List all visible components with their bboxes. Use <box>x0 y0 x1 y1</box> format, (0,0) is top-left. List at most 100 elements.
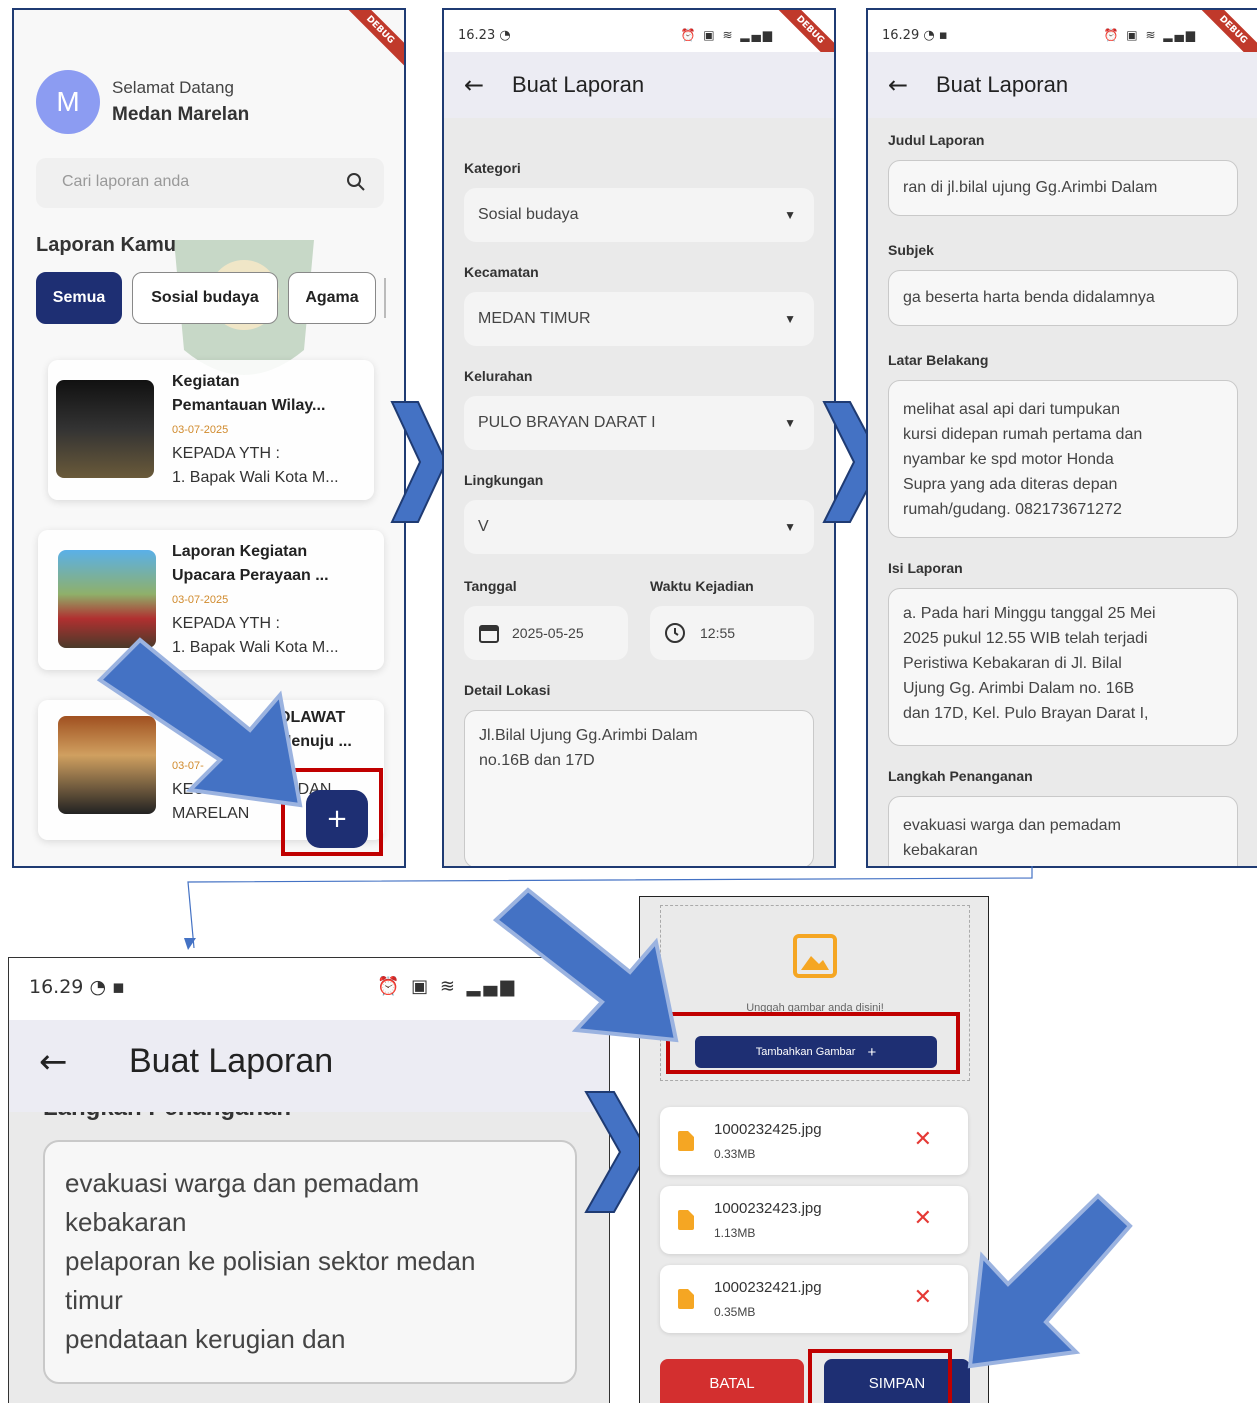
kecamatan-label: Kecamatan <box>464 264 539 280</box>
back-arrow-icon[interactable]: ← <box>888 71 936 99</box>
avatar[interactable]: M <box>36 70 100 134</box>
whatsapp-icon: ◔ ▪ <box>923 28 948 43</box>
tanggal-label: Tanggal <box>464 578 517 594</box>
date-value: 2025-05-25 <box>512 625 584 641</box>
status-time: 16.29 <box>882 28 920 43</box>
page-title: Buat Laporan <box>936 72 1069 97</box>
kategori-label: Kategori <box>464 160 521 176</box>
subjek-input[interactable]: ga beserta harta benda didalamnya <box>888 270 1238 326</box>
chip-semua[interactable]: Semua <box>36 272 122 324</box>
file-item: 1000232425.jpg 0.33MB ✕ <box>660 1107 968 1175</box>
section-title: Laporan Kamu <box>36 234 177 256</box>
report-date: 03-07-2025 <box>172 424 229 436</box>
clock-icon <box>665 623 685 643</box>
file-icon <box>678 1289 694 1309</box>
search-input[interactable]: Cari laporan anda <box>36 158 384 208</box>
dropdown-caret-icon: ▼ <box>784 520 796 534</box>
app-bar: ← Buat Laporan <box>444 52 834 118</box>
status-bar: 16.29 ◔ ▪ <box>29 976 125 998</box>
username: Medan Marelan <box>112 104 250 125</box>
file-size: 0.33MB <box>714 1147 756 1161</box>
form-area: Kategori Sosial budaya ▼ Kecamatan MEDAN … <box>444 118 834 866</box>
search-icon[interactable] <box>346 172 366 192</box>
whatsapp-icon: ◔ ▪ <box>89 976 125 998</box>
isi-laporan-textarea[interactable]: a. Pada hari Minggu tanggal 25 Mei 2025 … <box>888 588 1238 746</box>
langkah-textarea[interactable]: evakuasi warga dan pemadam kebakaran pel… <box>888 796 1238 866</box>
chip-sosial-budaya[interactable]: Sosial budaya <box>132 272 278 324</box>
file-icon <box>678 1131 694 1151</box>
dropdown-caret-icon: ▼ <box>784 416 796 430</box>
status-icons: ⏰ ▣ ≋ ▂▄▆ <box>1103 28 1197 42</box>
report-date: 03-07-2025 <box>172 594 229 606</box>
report-body: KEPADA YTH : 1. Bapak Wali Kota M... <box>172 445 339 486</box>
detail-lokasi-label: Detail Lokasi <box>464 682 551 698</box>
calendar-icon <box>479 625 499 643</box>
page-title: Buat Laporan <box>129 1042 334 1080</box>
report-title: Laporan Kegiatan Upacara Perayaan ... <box>172 543 329 584</box>
whatsapp-icon: ◔ <box>499 28 511 43</box>
kategori-value: Sosial budaya <box>478 206 579 223</box>
kecamatan-value: MEDAN TIMUR <box>478 310 591 327</box>
lingkungan-label: Lingkungan <box>464 472 544 488</box>
back-arrow-icon[interactable]: ← <box>39 1042 68 1082</box>
pointer-arrow-icon <box>492 887 679 1043</box>
file-size: 0.35MB <box>714 1305 756 1319</box>
dropdown-caret-icon: ▼ <box>784 312 796 326</box>
pointer-arrow-icon <box>967 1193 1133 1369</box>
detail-lokasi-textarea[interactable]: Jl.Bilal Ujung Gg.Arimbi Dalam no.16B da… <box>464 710 814 866</box>
kelurahan-select[interactable]: PULO BRAYAN DARAT I ▼ <box>464 396 814 450</box>
langkah-label: Langkah Penanganan <box>888 768 1033 784</box>
lingkungan-select[interactable]: V ▼ <box>464 500 814 554</box>
file-item: 1000232421.jpg 0.35MB ✕ <box>660 1265 968 1333</box>
status-bar: 16.23 ◔ <box>444 10 834 52</box>
chevron-right-icon <box>390 401 448 523</box>
waktu-label: Waktu Kejadian <box>650 578 754 594</box>
date-picker[interactable]: 2025-05-25 <box>464 606 628 660</box>
dropdown-caret-icon: ▼ <box>784 208 796 222</box>
judul-label: Judul Laporan <box>888 132 985 148</box>
pointer-arrow-icon <box>96 637 303 808</box>
search-placeholder: Cari laporan anda <box>62 173 190 190</box>
file-name: 1000232421.jpg <box>714 1279 822 1296</box>
kategori-select[interactable]: Sosial budaya ▼ <box>464 188 814 242</box>
report-card[interactable]: Kegiatan Pemantauan Wilay... 03-07-2025 … <box>48 360 374 500</box>
chip-agama[interactable]: Agama <box>288 272 376 324</box>
time-picker[interactable]: 12:55 <box>650 606 814 660</box>
chip-scroll-divider <box>384 278 386 318</box>
status-time: 16.23 <box>458 28 496 43</box>
status-bar: 16.29 ◔ ▪ <box>868 10 1257 52</box>
report-thumbnail <box>56 380 154 478</box>
file-icon <box>678 1210 694 1230</box>
back-arrow-icon[interactable]: ← <box>464 71 512 99</box>
langkah-label: Langkah Penanganan <box>43 1112 291 1122</box>
app-bar: ← Buat Laporan <box>868 52 1257 118</box>
status-time: 16.29 <box>29 976 84 998</box>
form-area: Langkah Penanganan evakuasi warga dan pe… <box>9 1112 609 1403</box>
form-screen-details: 16.29 ◔ ▪ ⏰ ▣ ≋ ▂▄▆ DEBUG ← Buat Laporan… <box>866 8 1257 868</box>
highlight-box <box>808 1349 952 1403</box>
remove-file-icon[interactable]: ✕ <box>914 1127 932 1152</box>
status-icons: ⏰ ▣ ≋ ▂▄▆ <box>680 28 774 42</box>
latar-belakang-textarea[interactable]: melihat asal api dari tumpukan kursi did… <box>888 380 1238 538</box>
isi-laporan-label: Isi Laporan <box>888 560 963 576</box>
langkah-textarea[interactable]: evakuasi warga dan pemadam kebakaran pel… <box>43 1140 577 1384</box>
file-name: 1000232423.jpg <box>714 1200 822 1217</box>
status-bar <box>14 10 404 52</box>
judul-input[interactable]: ran di jl.bilal ujung Gg.Arimbi Dalam <box>888 160 1238 216</box>
cancel-button[interactable]: BATAL <box>660 1359 804 1403</box>
form-screen-location: 16.23 ◔ ⏰ ▣ ≋ ▂▄▆ DEBUG ← Buat Laporan K… <box>442 8 836 868</box>
kelurahan-value: PULO BRAYAN DARAT I <box>478 414 656 431</box>
page-title: Buat Laporan <box>512 72 645 97</box>
kecamatan-select[interactable]: MEDAN TIMUR ▼ <box>464 292 814 346</box>
latar-belakang-label: Latar Belakang <box>888 352 989 368</box>
report-title: Kegiatan Pemantauan Wilay... <box>172 373 326 414</box>
remove-file-icon[interactable]: ✕ <box>914 1285 932 1310</box>
file-size: 1.13MB <box>714 1226 756 1240</box>
lingkungan-value: V <box>478 518 489 535</box>
form-area: Judul Laporan ran di jl.bilal ujung Gg.A… <box>868 118 1257 866</box>
remove-file-icon[interactable]: ✕ <box>914 1206 932 1231</box>
file-name: 1000232425.jpg <box>714 1121 822 1138</box>
file-item: 1000232423.jpg 1.13MB ✕ <box>660 1186 968 1254</box>
kelurahan-label: Kelurahan <box>464 368 533 384</box>
subjek-label: Subjek <box>888 242 934 258</box>
